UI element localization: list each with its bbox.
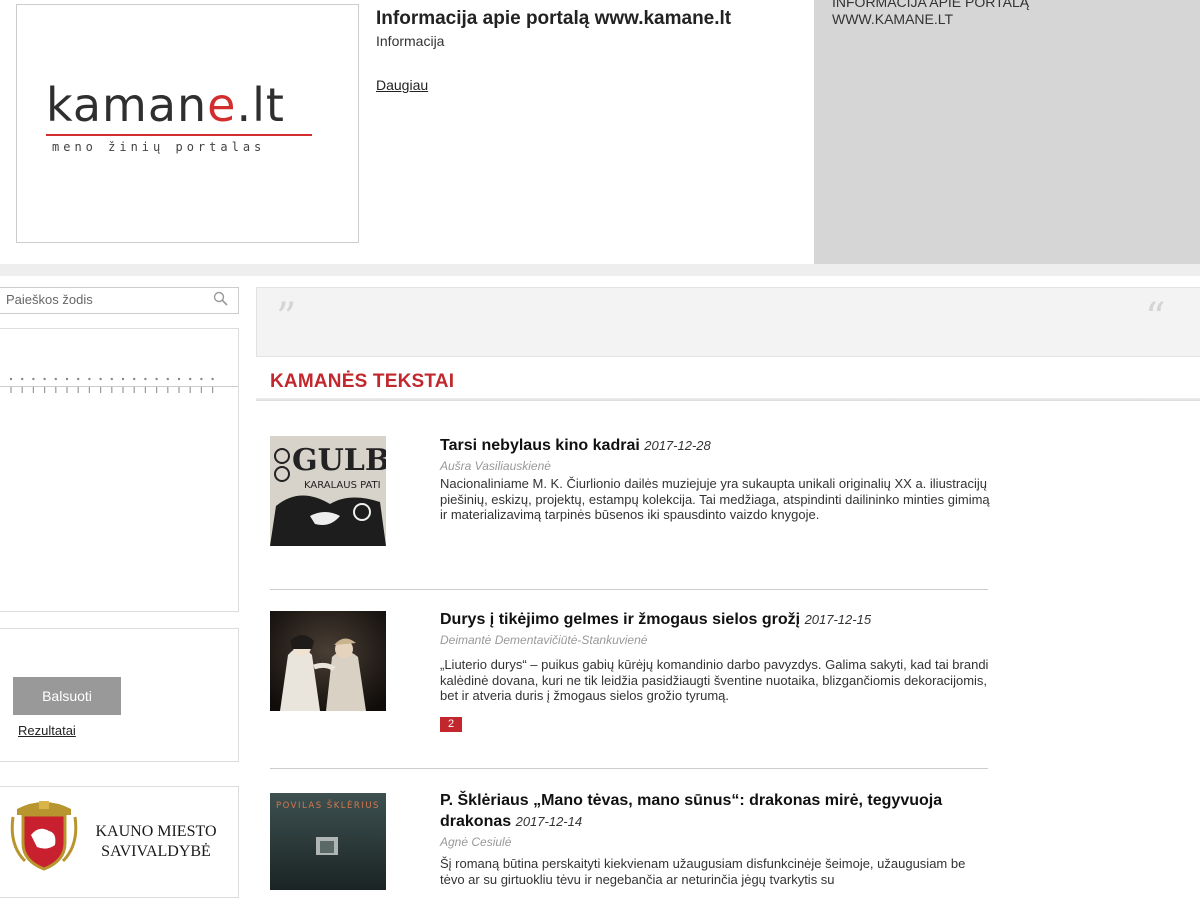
calendar-ring-hole <box>21 377 24 381</box>
section-divider <box>256 398 1200 401</box>
article-divider <box>270 768 988 769</box>
info-subtitle: Informacija <box>376 33 445 49</box>
logo-suffix: .lt <box>236 78 285 132</box>
info-more-link[interactable]: Daugiau <box>376 77 428 93</box>
thumbnail-book-cover-icon: POVILAS ŠKLĖRIUS <box>270 793 386 890</box>
article-author: Agnė Cesiulė <box>440 835 512 849</box>
section-title: KAMANĖS TEKSTAI <box>270 371 455 392</box>
info-title: Informacija apie portalą www.kamane.lt <box>376 8 732 29</box>
calendar-ring-hole <box>32 377 35 381</box>
article-excerpt: Nacionaliniame M. K. Čiurlionio dailės m… <box>440 476 990 522</box>
quote-open-icon: ” <box>276 295 297 341</box>
calendar-ring-hole <box>110 377 114 381</box>
calendar-ring-hole <box>166 377 169 381</box>
calendar-ring-hole <box>88 377 91 381</box>
calendar-ring-hole <box>99 377 102 381</box>
article-title[interactable]: P. Šklėriaus „Mano tėvas, mano sūnus“: d… <box>440 790 960 832</box>
article-title[interactable]: Tarsi nebylaus kino kadrai 2017-12-28 <box>440 437 711 455</box>
thumbnail-illustration-icon: GULBĖ KARALAUS PATI <box>270 436 386 546</box>
coat-of-arms-icon <box>10 801 78 871</box>
calendar-ring-hole <box>43 377 46 381</box>
calendar-ring-hole <box>77 377 80 381</box>
poll-results-link[interactable]: Rezultatai <box>18 723 76 738</box>
sponsor-name: KAUNO MIESTO SAVIVALDYBĖ <box>95 823 217 860</box>
thumbnail-author: POVILAS ŠKLĖRIUS <box>276 799 380 811</box>
logo-underline <box>46 134 312 136</box>
comment-count-badge[interactable]: 2 <box>440 717 462 732</box>
calendar-ring-hole <box>133 377 136 381</box>
info-side-panel <box>814 0 1200 264</box>
calendar-ring-hole <box>65 377 69 381</box>
thumbnail-title: GULBĖ <box>292 441 386 478</box>
logo-accent: e <box>207 78 237 132</box>
article-thumbnail[interactable] <box>270 611 386 711</box>
quote-close-icon: “ <box>1145 295 1166 341</box>
thumbnail-photo-icon <box>270 611 386 711</box>
article-author: Aušra Vasiliauskienė <box>440 459 551 473</box>
article-thumbnail[interactable]: POVILAS ŠKLĖRIUS <box>270 793 386 890</box>
calendar-ring-hole <box>121 377 125 381</box>
article-excerpt: Šį romaną būtina perskaityti kiekvienam … <box>440 856 966 887</box>
article-author: Deimantė Dementavičiūtė-Stankuvienė <box>440 633 648 647</box>
calendar-ring-hole <box>177 377 181 381</box>
info-side-panel-text[interactable]: INFORMACIJA APIE PORTALĄ WWW.KAMANE.LT <box>832 0 1062 28</box>
article-excerpt: „Liuterio durys“ – puikus gabių kūrėjų k… <box>440 657 989 703</box>
calendar-ring-hole <box>9 377 13 381</box>
thumbnail-subtitle: KARALAUS PATI <box>304 480 381 491</box>
calendar-ring-hole <box>211 377 214 381</box>
calendar-ring-hole <box>155 377 158 381</box>
search-icon[interactable] <box>212 290 230 308</box>
search-input[interactable] <box>6 290 206 308</box>
calendar-ring-hole <box>144 377 147 381</box>
article-divider <box>270 589 988 590</box>
article-title-text: Durys į tikėjimo gelmes ir žmogaus sielo… <box>440 611 801 628</box>
site-logo[interactable]: kamane.lt <box>46 80 285 130</box>
calendar-ring-hole <box>200 377 203 381</box>
article-date: 2017-12-28 <box>644 438 711 453</box>
calendar-widget <box>0 328 239 612</box>
vote-button[interactable]: Balsuoti <box>13 677 121 715</box>
article-date: 2017-12-14 <box>515 814 583 829</box>
logo-main: kaman <box>46 78 208 132</box>
quote-bar <box>256 287 1200 357</box>
article-date: 2017-12-15 <box>804 612 872 627</box>
calendar-rings-icon <box>9 377 214 393</box>
article-title[interactable]: Durys į tikėjimo gelmes ir žmogaus sielo… <box>440 611 871 629</box>
article-title-text: Tarsi nebylaus kino kadrai <box>440 437 640 454</box>
article-thumbnail[interactable]: GULBĖ KARALAUS PATI <box>270 436 386 546</box>
logo-tagline: meno žinių portalas <box>52 140 266 154</box>
calendar-ring-hole <box>54 377 57 381</box>
header-divider-band <box>0 264 1200 276</box>
calendar-ring-hole <box>189 377 192 381</box>
calendar-divider <box>0 386 238 387</box>
info-side-panel-label: INFORMACIJA APIE PORTALĄ WWW.KAMANE.LT <box>832 0 1030 27</box>
